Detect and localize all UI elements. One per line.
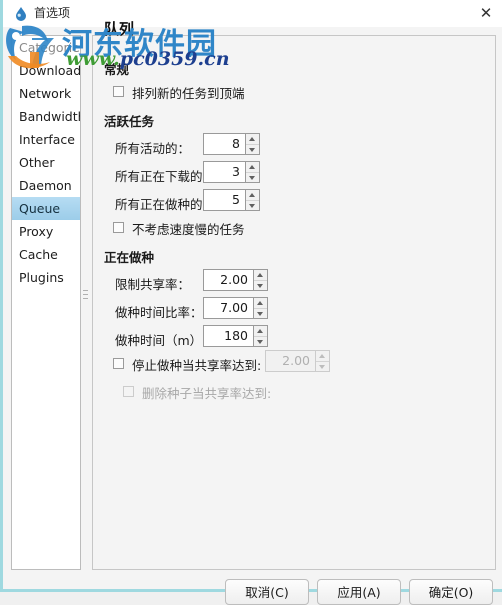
dialog-body: Categories Downloads Network Bandwidth I…: [6, 20, 502, 605]
remove-at-ratio-checkbox: [123, 386, 134, 397]
sidebar-item-interface[interactable]: Interface: [12, 128, 80, 151]
stepper-down-icon: [316, 360, 329, 372]
stop-at-ratio-value: 2.00: [265, 350, 315, 372]
stop-at-ratio-spinbox: 2.00: [265, 350, 330, 372]
share-ratio-limit-stepper[interactable]: [253, 269, 268, 291]
apply-button[interactable]: 应用(A): [317, 579, 401, 605]
stepper-up-icon[interactable]: [246, 162, 259, 172]
queue-new-to-top-checkbox[interactable]: [113, 86, 124, 97]
seed-time-label: 做种时间（m）: [115, 333, 203, 348]
categories-list[interactable]: Categories Downloads Network Bandwidth I…: [11, 35, 81, 570]
window-title: 首选项: [34, 6, 71, 20]
total-active-value[interactable]: 8: [203, 133, 245, 155]
total-active-stepper[interactable]: [245, 133, 260, 155]
total-downloading-value[interactable]: 3: [203, 161, 245, 183]
stepper-up-icon[interactable]: [254, 298, 267, 308]
total-seeding-stepper[interactable]: [245, 189, 260, 211]
splitter-handle[interactable]: [82, 35, 89, 570]
stepper-down-icon[interactable]: [246, 143, 259, 155]
stepper-up-icon[interactable]: [254, 326, 267, 336]
share-ratio-limit-spinbox[interactable]: 2.00: [203, 269, 268, 291]
total-seeding-spinbox[interactable]: 5: [203, 189, 260, 211]
ignore-slow-checkbox[interactable]: [113, 222, 124, 233]
stepper-down-icon[interactable]: [246, 171, 259, 183]
stepper-up-icon[interactable]: [246, 134, 259, 144]
share-ratio-limit-value[interactable]: 2.00: [203, 269, 253, 291]
seed-time-ratio-stepper[interactable]: [253, 297, 268, 319]
remove-at-ratio-label: 删除种子当共享率达到:: [142, 386, 272, 401]
stepper-down-icon[interactable]: [254, 335, 267, 347]
sidebar-item-downloads[interactable]: Downloads: [12, 59, 80, 82]
sidebar-item-categories: Categories: [19, 40, 81, 55]
section-header-active: 活跃任务: [104, 114, 155, 129]
total-active-spinbox[interactable]: 8: [203, 133, 260, 155]
preferences-window: 首选项 ✕ Categories Downloads Network Bandw…: [0, 0, 502, 605]
total-downloading-stepper[interactable]: [245, 161, 260, 183]
sidebar-item-daemon[interactable]: Daemon: [12, 174, 80, 197]
seed-time-ratio-value[interactable]: 7.00: [203, 297, 253, 319]
stepper-up-icon[interactable]: [254, 270, 267, 280]
close-icon[interactable]: ✕: [473, 2, 499, 24]
stop-at-ratio-stepper: [315, 350, 330, 372]
queue-settings-panel: 队列 常规 排列新的任务到顶端 活跃任务 所有活动的： 8 所有正在下载的： 3: [92, 20, 496, 570]
stepper-down-icon[interactable]: [246, 199, 259, 211]
queue-new-to-top-label: 排列新的任务到顶端: [132, 86, 245, 101]
seed-time-ratio-spinbox[interactable]: 7.00: [203, 297, 268, 319]
section-header-seeding: 正在做种: [104, 250, 155, 265]
seed-time-spinbox[interactable]: 180: [203, 325, 268, 347]
sidebar-item-other[interactable]: Other: [12, 151, 80, 174]
section-header-general: 常规: [104, 62, 130, 77]
sidebar-item-plugins[interactable]: Plugins: [12, 266, 80, 289]
total-seeding-label: 所有正在做种的：: [115, 197, 216, 212]
splitter-grip-icon: [83, 290, 88, 305]
total-active-label: 所有活动的：: [115, 141, 191, 156]
page-title: 队列: [104, 20, 135, 38]
total-downloading-label: 所有正在下载的：: [115, 169, 216, 184]
ok-button[interactable]: 确定(O): [409, 579, 493, 605]
total-seeding-value[interactable]: 5: [203, 189, 245, 211]
sidebar-item-network[interactable]: Network: [12, 82, 80, 105]
share-ratio-limit-label: 限制共享率：: [115, 277, 191, 292]
title-bar: 首选项 ✕: [3, 0, 502, 27]
sidebar-item-proxy[interactable]: Proxy: [12, 220, 80, 243]
stepper-up-icon: [316, 351, 329, 361]
seed-time-ratio-label: 做种时间比率：: [115, 305, 203, 320]
deluge-droplet-icon: [16, 7, 26, 21]
sidebar-item-cache[interactable]: Cache: [12, 243, 80, 266]
stepper-down-icon[interactable]: [254, 307, 267, 319]
stop-at-ratio-label: 停止做种当共享率达到:: [132, 358, 262, 373]
stepper-up-icon[interactable]: [246, 190, 259, 200]
sidebar-item-queue[interactable]: Queue: [12, 197, 80, 220]
sidebar-item-bandwidth[interactable]: Bandwidth: [12, 105, 80, 128]
seed-time-stepper[interactable]: [253, 325, 268, 347]
cancel-button[interactable]: 取消(C): [225, 579, 309, 605]
ignore-slow-label: 不考虑速度慢的任务: [132, 222, 245, 237]
seed-time-value[interactable]: 180: [203, 325, 253, 347]
stop-at-ratio-checkbox[interactable]: [113, 358, 124, 369]
stepper-down-icon[interactable]: [254, 279, 267, 291]
total-downloading-spinbox[interactable]: 3: [203, 161, 260, 183]
